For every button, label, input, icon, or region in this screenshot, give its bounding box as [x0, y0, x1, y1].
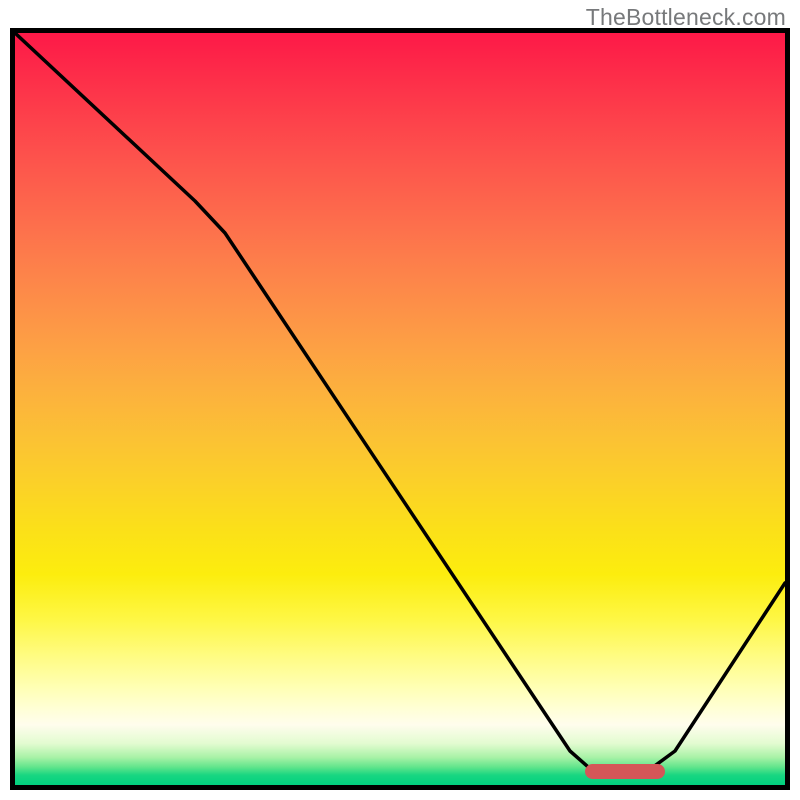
curve-line [15, 33, 785, 785]
chart-frame [10, 28, 790, 790]
watermark-text: TheBottleneck.com [586, 4, 786, 31]
chart-container: TheBottleneck.com [0, 0, 800, 800]
optimal-marker [585, 764, 665, 779]
